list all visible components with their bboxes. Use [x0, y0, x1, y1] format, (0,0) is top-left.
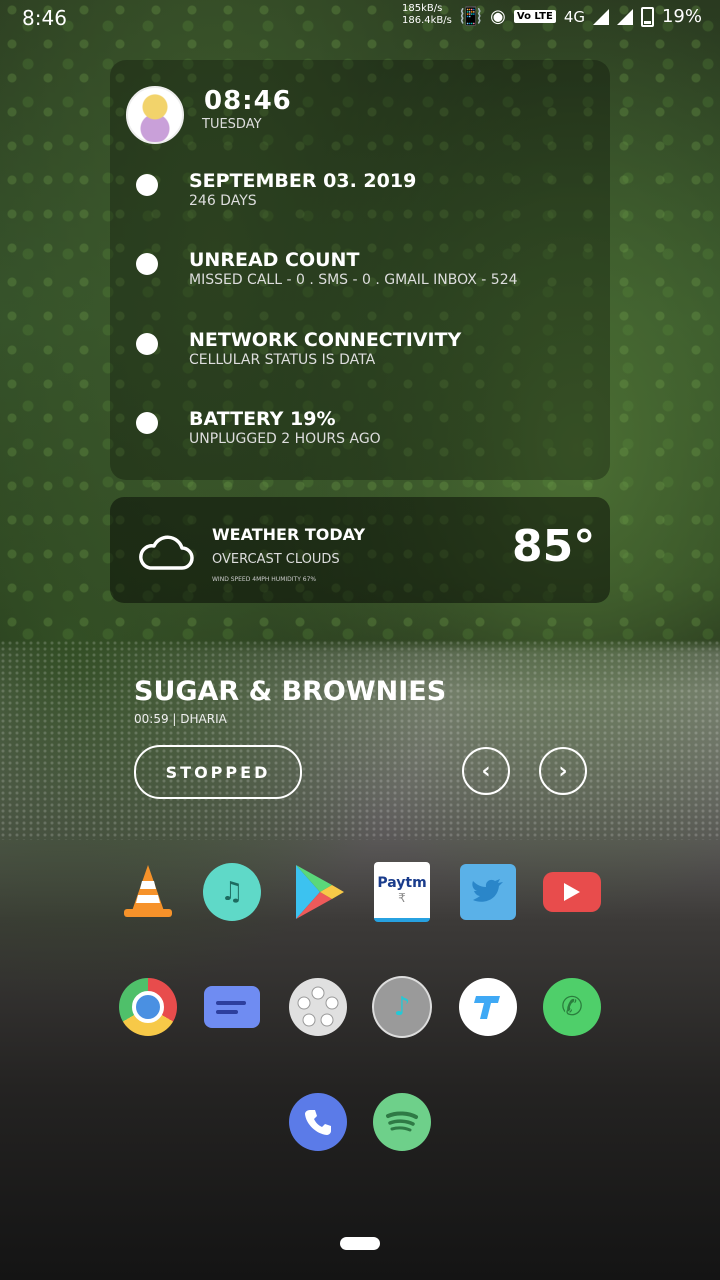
- widget-clock: 08:46: [204, 86, 292, 116]
- info-widget[interactable]: [110, 60, 610, 480]
- date-subtitle: 246 DAYS: [189, 193, 257, 209]
- whatsapp-icon: ✆: [543, 978, 601, 1036]
- gallery-icon: [289, 978, 347, 1036]
- app-vlc[interactable]: [118, 862, 178, 922]
- music-icon: ♫: [203, 863, 261, 921]
- app-gallery[interactable]: [288, 977, 348, 1037]
- playback-state-button[interactable]: STOPPED: [134, 745, 302, 799]
- bullet-icon: [136, 412, 158, 434]
- youtube-icon: [543, 872, 601, 912]
- volte-badge: Vo LTE: [513, 10, 556, 23]
- status-icons: 📳 ◉ Vo LTE 4G 19%: [460, 6, 702, 27]
- song-meta: 00:59 | DHARIA: [134, 712, 227, 726]
- network-subtitle: CELLULAR STATUS IS DATA: [189, 352, 376, 368]
- battery-subtitle: UNPLUGGED 2 HOURS AGO: [189, 431, 381, 447]
- app-play-store[interactable]: [288, 862, 348, 922]
- paytm-icon: Paytm ₹: [374, 862, 430, 922]
- vlc-icon: [124, 865, 172, 917]
- app-tez[interactable]: [458, 977, 518, 1037]
- hotspot-icon: ◉: [490, 6, 506, 27]
- network-speed: 185kB/s 186.4kB/s: [402, 3, 452, 27]
- twitter-icon: [460, 864, 516, 920]
- battery-title: BATTERY 19%: [189, 408, 336, 430]
- cloud-icon: [139, 535, 194, 570]
- home-gesture-bar[interactable]: [340, 1237, 380, 1250]
- status-time: 8:46: [22, 6, 67, 30]
- bullet-icon: [136, 253, 158, 275]
- app-music[interactable]: ♫: [202, 862, 262, 922]
- app-messages[interactable]: [202, 977, 262, 1037]
- music-player-icon: ♪: [372, 976, 432, 1038]
- date-title: SEPTEMBER 03. 2019: [189, 170, 417, 192]
- weather-condition: OVERCAST CLOUDS: [212, 552, 340, 567]
- chevron-left-icon: ‹: [481, 758, 491, 784]
- unread-title: UNREAD COUNT: [189, 249, 360, 271]
- signal-icon-2: [616, 8, 633, 25]
- weather-title: WEATHER TODAY: [212, 525, 366, 544]
- previous-button[interactable]: ‹: [462, 747, 510, 795]
- status-bar: 8:46 185kB/s 186.4kB/s 📳 ◉ Vo LTE 4G 19%: [0, 0, 720, 36]
- play-store-icon: [296, 865, 344, 919]
- bullet-icon: [136, 174, 158, 196]
- spotify-icon: [373, 1093, 431, 1151]
- chrome-icon: [119, 978, 177, 1036]
- network-up-speed: 185kB/s: [402, 3, 443, 14]
- battery-percent: 19%: [661, 6, 702, 27]
- app-youtube[interactable]: [542, 862, 602, 922]
- app-music-player[interactable]: ♪: [372, 976, 432, 1038]
- unread-subtitle: MISSED CALL - 0 . SMS - 0 . GMAIL INBOX …: [189, 272, 518, 288]
- battery-icon: [640, 6, 654, 27]
- vibrate-icon: 📳: [459, 6, 483, 27]
- network-down-speed: 186.4kB/s: [402, 15, 452, 26]
- app-twitter[interactable]: [458, 862, 518, 922]
- app-paytm[interactable]: Paytm ₹: [372, 862, 432, 922]
- app-spotify[interactable]: [372, 1092, 432, 1152]
- app-phone[interactable]: [288, 1092, 348, 1152]
- rupee-icon: ₹: [398, 891, 406, 905]
- widget-day: TUESDAY: [202, 117, 262, 132]
- song-title: SUGAR & BROWNIES: [134, 676, 447, 707]
- network-type: 4G: [563, 7, 585, 26]
- network-title: NETWORK CONNECTIVITY: [189, 329, 462, 351]
- next-button[interactable]: ›: [539, 747, 587, 795]
- tez-icon: [459, 978, 517, 1036]
- paytm-label: Paytm: [377, 875, 427, 891]
- chevron-right-icon: ›: [558, 758, 568, 784]
- avatar[interactable]: [126, 86, 184, 144]
- phone-icon: [289, 1093, 347, 1151]
- bullet-icon: [136, 333, 158, 355]
- weather-temperature: 85°: [512, 521, 596, 572]
- wallpaper-ground: [0, 640, 720, 840]
- app-whatsapp[interactable]: ✆: [542, 977, 602, 1037]
- app-chrome[interactable]: [118, 977, 178, 1037]
- messages-icon: [204, 986, 260, 1028]
- weather-details: WIND SPEED 4MPH HUMIDITY 67%: [212, 576, 317, 583]
- signal-icon: [592, 8, 609, 25]
